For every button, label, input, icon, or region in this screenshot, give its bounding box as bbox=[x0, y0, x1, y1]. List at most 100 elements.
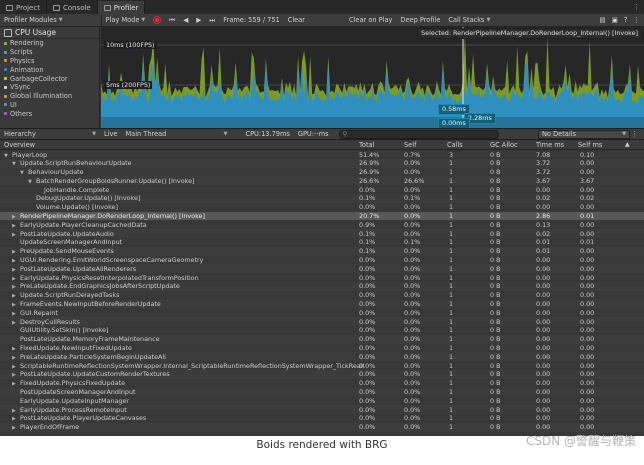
table-row[interactable]: ▶ PostLateUpdate.UpdateCustomRenderTextur… bbox=[0, 369, 644, 379]
collapsed-arrow-icon[interactable]: ▶ bbox=[12, 267, 18, 273]
collapsed-arrow-icon[interactable]: ▶ bbox=[12, 232, 18, 238]
prev-frame-button[interactable]: ◀ bbox=[179, 16, 192, 24]
collapsed-arrow-icon[interactable]: ▶ bbox=[12, 320, 18, 326]
collapsed-arrow-icon[interactable]: ▶ bbox=[12, 346, 18, 352]
live-toggle[interactable]: Live bbox=[100, 130, 121, 138]
cpu-usage-header[interactable]: CPU Usage bbox=[0, 27, 99, 39]
collapsed-arrow-icon[interactable]: ▶ bbox=[12, 249, 18, 255]
table-row[interactable]: ▶ EarlyUpdate.ProcessRemoteInput 0.0% 0.0% 1… bbox=[0, 405, 644, 414]
collapsed-arrow-icon[interactable]: ▶ bbox=[12, 214, 18, 220]
legend-item-others[interactable]: Others bbox=[0, 109, 99, 118]
table-row[interactable]: ▶ FixedUpdate.PhysicsFixedUpdate 0.0% 0.0% 1… bbox=[0, 379, 644, 388]
tab-console[interactable]: Console bbox=[47, 1, 98, 14]
profiler-modules-dropdown[interactable]: Profiler Modules ▼ bbox=[0, 16, 67, 24]
table-row[interactable]: ▶ PostLateUpdate.PlayerUpdateCanvases 0.0%… bbox=[0, 414, 644, 423]
table-row[interactable]: ▶ RenderPipelineManager.DoRenderLoop_Inte… bbox=[0, 211, 644, 221]
record-button[interactable] bbox=[149, 16, 165, 24]
collapsed-arrow-icon[interactable]: ▶ bbox=[12, 302, 18, 308]
collapsed-arrow-icon[interactable]: ▶ bbox=[12, 258, 18, 264]
table-row[interactable]: Volume.Update() [Invoke] 0.0% 0.0% 1 0 B 0.00… bbox=[0, 203, 644, 212]
cpu-usage-graph[interactable]: 10ms (100FPS) 5ms (200FPS) Selected: Ren… bbox=[101, 27, 644, 128]
search-input[interactable]: ⚲ bbox=[338, 129, 499, 139]
collapsed-arrow-icon[interactable]: ▶ bbox=[12, 408, 18, 414]
kebab-menu-icon[interactable]: ⋮ bbox=[633, 3, 640, 11]
table-row[interactable]: DebugUpdater.Update() [Invoke] 0.1% 0.1% 1 0… bbox=[0, 193, 644, 203]
collapsed-arrow-icon[interactable]: ▶ bbox=[12, 355, 18, 361]
table-row[interactable]: ▶ PostLateUpdate.UpdateAudio 0.1% 0.0% 1 0 B 0… bbox=[0, 229, 644, 238]
table-row[interactable]: ▶ EarlyUpdate.PlayerCleanupCachedData 0.9%… bbox=[0, 220, 644, 229]
help-icon[interactable]: ? bbox=[624, 16, 628, 24]
table-row[interactable]: ▶ FixedUpdate.NewInputFixedUpdate 0.0% 0.0%… bbox=[0, 344, 644, 353]
collapsed-arrow-icon[interactable]: ▶ bbox=[12, 276, 18, 282]
table-row[interactable]: ▶ PlayerEndOfFrame 0.0% 0.0% 1 0 B 0.00 0.00 bbox=[0, 422, 644, 432]
last-frame-button[interactable]: ⏭ bbox=[205, 16, 219, 25]
table-row[interactable]: ▶ DestroyCullResults 0.0% 0.0% 1 0 B 0.00 0.00 bbox=[0, 317, 644, 326]
table-row[interactable]: ▶ UGUI.Rendering.EmitWorldScreenspaceCame… bbox=[0, 256, 644, 265]
col-gc-alloc[interactable]: GC Alloc bbox=[490, 141, 518, 149]
table-row[interactable]: ▼ Update.ScriptRunBehaviourUpdate 26.9% 0.0… bbox=[0, 158, 644, 168]
table-row[interactable]: ▶ PostLateUpdate.UpdateAllRenderers 0.0% 0.… bbox=[0, 264, 644, 274]
tab-profiler[interactable]: Profiler bbox=[97, 1, 146, 14]
table-row[interactable]: ▶ ScriptableRuntimeReflectionSystemWrappe… bbox=[0, 361, 644, 370]
collapsed-arrow-icon[interactable]: ▶ bbox=[12, 416, 18, 422]
col-self-ms[interactable]: Self ms bbox=[578, 141, 602, 149]
col-self[interactable]: Self bbox=[404, 141, 416, 149]
legend-item-vsync[interactable]: VSync bbox=[0, 83, 99, 92]
collapsed-arrow-icon[interactable]: ▶ bbox=[12, 381, 18, 387]
play-mode-dropdown[interactable]: Play Mode ▼ bbox=[102, 16, 150, 24]
expanded-arrow-icon[interactable]: ▼ bbox=[20, 170, 26, 176]
col-calls[interactable]: Calls bbox=[447, 141, 463, 149]
profiler-table-body[interactable]: ▼ PlayerLoop 51.4% 0.7% 3 0 B 7.08 0.10 ▼ Update.… bbox=[0, 150, 644, 436]
clear-button[interactable]: Clear bbox=[284, 16, 309, 24]
table-row[interactable]: ▼ BatchRenderGroupBoidsRunner.Update() [I… bbox=[0, 176, 644, 186]
collapsed-arrow-icon[interactable]: ▶ bbox=[12, 284, 18, 290]
table-row[interactable]: JobHandle.Complete 0.0% 0.0% 1 0 B 0.00 0.00 bbox=[0, 185, 644, 194]
clear-on-play-button[interactable]: Clear on Play bbox=[345, 16, 396, 24]
load-icon[interactable]: ▤ bbox=[599, 16, 605, 24]
details-dropdown[interactable]: No Details ▼ bbox=[538, 129, 630, 139]
call-stacks-dropdown[interactable]: Call Stacks ▼ bbox=[444, 16, 494, 24]
legend-item-rendering[interactable]: Rendering bbox=[0, 39, 99, 48]
table-row[interactable]: ▶ FrameEvents.NewInputBeforeRenderUpdate 0… bbox=[0, 299, 644, 309]
legend-item-physics[interactable]: Physics bbox=[0, 57, 99, 66]
next-frame-button[interactable]: ▶ bbox=[192, 16, 205, 24]
table-row[interactable]: ▶ EarlyUpdate.PhysicsResetInterpolatedTra… bbox=[0, 273, 644, 282]
more-icon[interactable]: ⋮ bbox=[633, 16, 640, 24]
table-row[interactable]: ▶ GUI.Repaint 0.0% 0.0% 1 0 B 0.00 0.00 bbox=[0, 308, 644, 317]
deep-profile-button[interactable]: Deep Profile bbox=[396, 16, 444, 24]
table-row[interactable]: PostUpdateScreenManagerAndInput 0.0% 0.0% 1… bbox=[0, 387, 644, 397]
table-row[interactable]: EarlyUpdate.UpdateInputManager 0.0% 0.0% 1 0… bbox=[0, 396, 644, 405]
expanded-arrow-icon[interactable]: ▼ bbox=[4, 153, 10, 159]
legend-item-scripts[interactable]: Scripts bbox=[0, 48, 99, 57]
first-frame-button[interactable]: ⏮ bbox=[165, 16, 179, 25]
collapsed-arrow-icon[interactable]: ▶ bbox=[12, 223, 18, 229]
table-row[interactable]: GUIUtility.SetSkin() [Invoke] 0.0% 0.0% 1 0 … bbox=[0, 326, 644, 335]
legend-item-ui[interactable]: UI bbox=[0, 101, 99, 110]
collapsed-arrow-icon[interactable]: ▶ bbox=[12, 425, 18, 431]
table-row[interactable]: UpdateScreenManagerAndInput 0.1% 0.1% 1 0 B 0… bbox=[0, 238, 644, 247]
collapsed-arrow-icon[interactable]: ▶ bbox=[12, 293, 18, 299]
expanded-arrow-icon[interactable]: ▼ bbox=[12, 161, 18, 167]
expanded-arrow-icon[interactable]: ▼ bbox=[28, 179, 34, 185]
table-row[interactable]: ▼ PlayerLoop 51.4% 0.7% 3 0 B 7.08 0.10 bbox=[0, 150, 644, 159]
table-row[interactable]: PostLateUpdate.MemoryFrameMaintenance 0.0… bbox=[0, 334, 644, 344]
col-time-ms[interactable]: Time ms bbox=[536, 141, 564, 149]
thread-dropdown[interactable]: Main Thread ▼ bbox=[121, 130, 231, 138]
legend-item-garbagecollector[interactable]: GarbageCollector bbox=[0, 74, 99, 83]
legend-item-global-illumination[interactable]: Global Illumination bbox=[0, 92, 99, 101]
table-row[interactable]: ▶ PreLateUpdate.ParticleSystemBeginUpdate… bbox=[0, 352, 644, 362]
collapsed-arrow-icon[interactable]: ▶ bbox=[12, 311, 18, 317]
tab-project[interactable]: Project bbox=[0, 1, 47, 14]
table-row[interactable]: ▶ PreLateUpdate.EndGraphicsJobsAfterScrip… bbox=[0, 281, 644, 291]
collapsed-arrow-icon[interactable]: ▶ bbox=[12, 364, 18, 370]
save-icon[interactable]: ▣ bbox=[612, 16, 618, 24]
col-overview[interactable]: Overview bbox=[4, 141, 35, 149]
collapsed-arrow-icon[interactable]: ▶ bbox=[12, 372, 18, 378]
table-row[interactable]: ▼ BehaviourUpdate 26.9% 0.0% 1 0 B 3.72 0.00 bbox=[0, 168, 644, 177]
col-total[interactable]: Total bbox=[359, 141, 374, 149]
more-icon[interactable]: ⋮ bbox=[627, 130, 642, 138]
view-mode-dropdown[interactable]: Hierarchy ▼ bbox=[0, 130, 100, 138]
legend-item-animation[interactable]: Animation bbox=[0, 65, 99, 74]
table-row[interactable]: ▶ PreUpdate.SendMouseEvents 0.1% 0.0% 1 0 B 0.… bbox=[0, 246, 644, 256]
table-row[interactable]: ▶ Update.ScriptRunDelayedTasks 0.0% 0.0% 1 0 … bbox=[0, 291, 644, 300]
